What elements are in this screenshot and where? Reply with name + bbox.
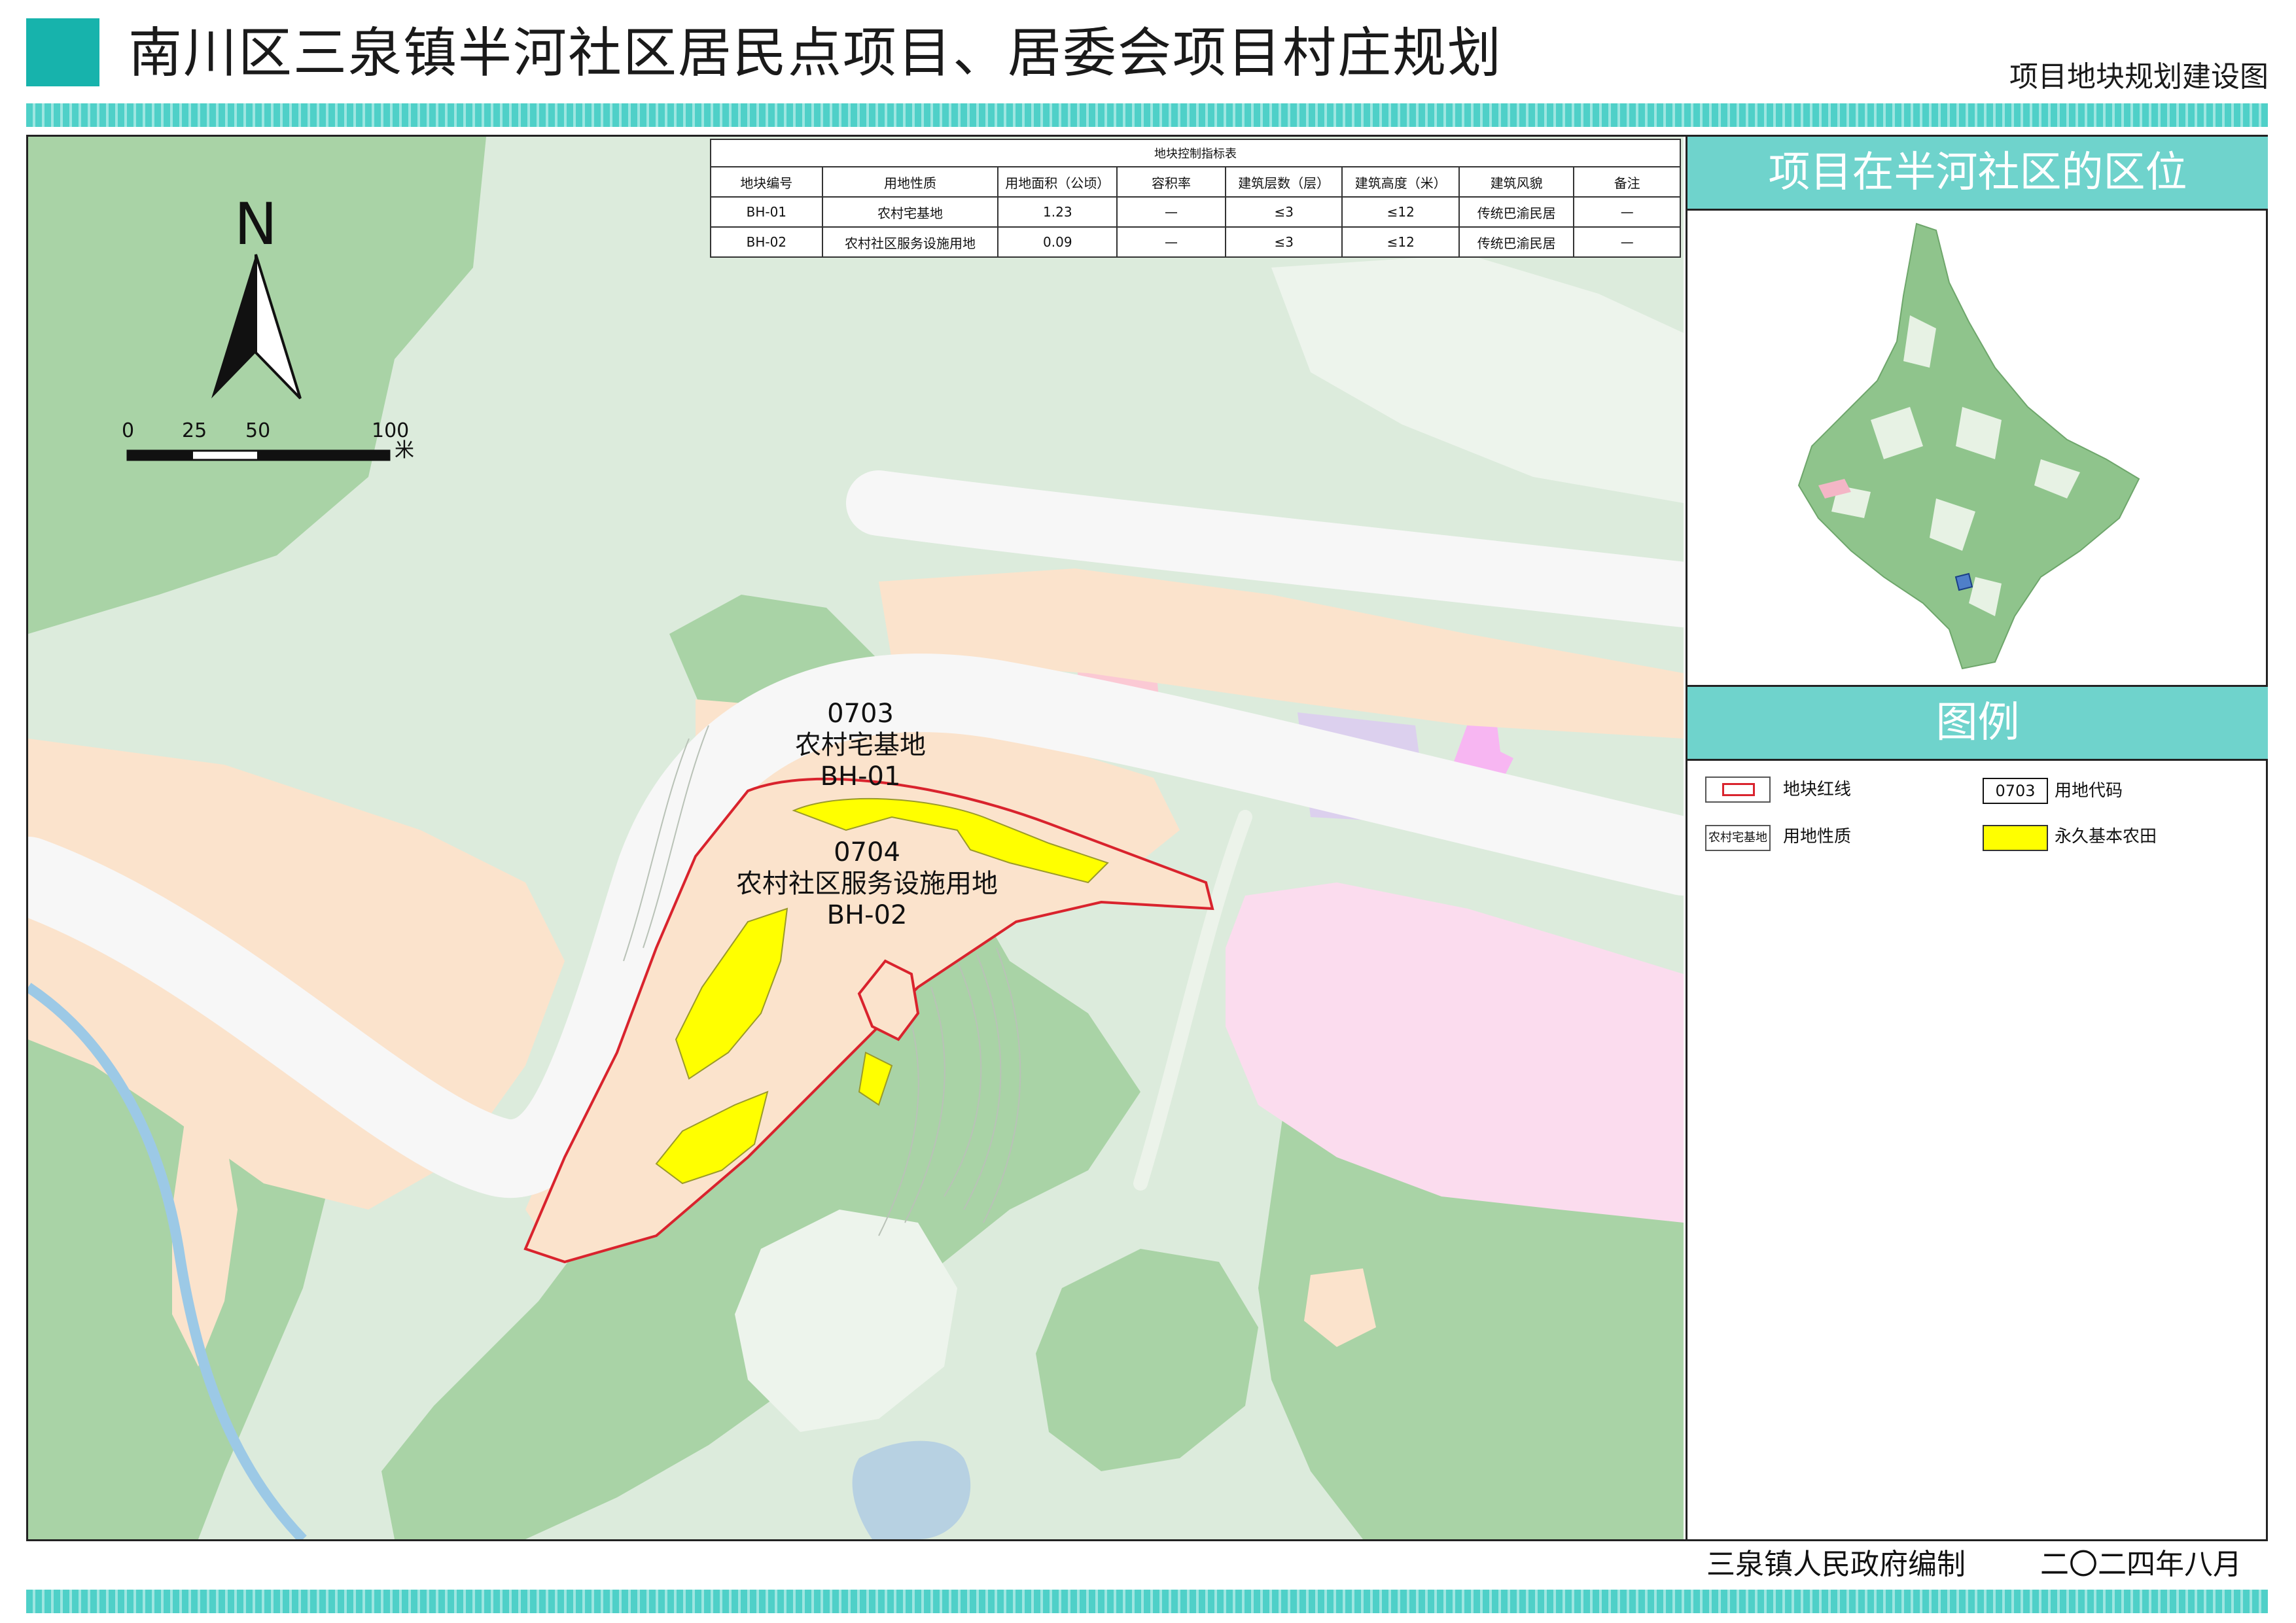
table-cell: — (1573, 226, 1681, 258)
legend-farmland-swatch (1983, 825, 2048, 851)
page-subtitle: 项目地块规划建设图 (2009, 60, 2269, 94)
table-header: 地块编号 (710, 166, 823, 198)
table-cell: 农村宅基地 (821, 196, 999, 228)
table-caption: 地块控制指标表 (710, 139, 1681, 167)
table-header: 建筑层数（层） (1224, 166, 1343, 198)
table-header: 备注 (1573, 166, 1681, 198)
table-header: 建筑高度（米） (1341, 166, 1460, 198)
legend-title: 图例 (1687, 685, 2268, 761)
scale-tick-50: 50 (245, 419, 271, 442)
table-header: 用地面积（公顷） (997, 166, 1118, 198)
main-map[interactable]: N 0 25 50 100 米 0703 农村宅基地 BH-01 0704 农村… (28, 137, 1684, 1539)
table-cell: ≤3 (1224, 226, 1343, 258)
bottom-stripe-band (26, 1590, 2268, 1613)
title-accent-square (26, 18, 99, 86)
table-cell: 1.23 (997, 196, 1118, 228)
plot-label-bh02[interactable]: 0704 农村社区服务设施用地 BH-02 (736, 837, 998, 931)
table-cell: 传统巴渝民居 (1458, 196, 1575, 228)
table-cell: ≤12 (1341, 226, 1460, 258)
table-cell: BH-01 (710, 196, 823, 228)
table-cell: — (1573, 196, 1681, 228)
table-row: BH-01 农村宅基地 1.23 — ≤3 ≤12 传统巴渝民居 — (710, 196, 1681, 228)
scale-bar (126, 449, 391, 461)
legend-use-swatch: 农村宅基地 (1705, 825, 1771, 851)
table-row: BH-02 农村社区服务设施用地 0.09 — ≤3 ≤12 传统巴渝民居 — (710, 226, 1681, 258)
legend-farmland-label: 永久基本农田 (2055, 827, 2157, 846)
table-cell: 传统巴渝民居 (1458, 226, 1575, 258)
table-cell: ≤3 (1224, 196, 1343, 228)
scale-unit: 米 (395, 439, 414, 462)
scale-tick-25: 25 (182, 419, 207, 442)
footer-date: 二〇二四年八月 (2040, 1548, 2242, 1581)
inset-map-canvas (1797, 222, 2140, 670)
location-panel-title: 项目在半河社区的区位 (1687, 137, 2268, 211)
table-cell: 0.09 (997, 226, 1118, 258)
footer-organization: 三泉镇人民政府编制 (1706, 1548, 1966, 1581)
table-header: 用地性质 (821, 166, 999, 198)
plot-use-bh02: 农村社区服务设施用地 (736, 869, 998, 899)
plot-id-bh01: BH-01 (820, 761, 901, 792)
legend-redline-swatch (1722, 783, 1755, 796)
plot-label-bh01[interactable]: 0703 农村宅基地 BH-01 (795, 698, 926, 792)
table-cell: BH-02 (710, 226, 823, 258)
scale-tick-0: 0 (122, 419, 135, 442)
plot-code-bh02: 0704 (834, 837, 900, 867)
table-header: 建筑风貌 (1458, 166, 1575, 198)
table-header-row: 地块编号 用地性质 用地面积（公顷） 容积率 建筑层数（层） 建筑高度（米） 建… (710, 166, 1681, 198)
legend-code-label: 用地代码 (2055, 781, 2123, 801)
legend-use-label: 用地性质 (1783, 827, 1852, 846)
legend-redline-frame (1705, 777, 1771, 803)
sidebar-panel: 项目在半河社区的区位 图例 地块红线 0703 用地代码 农村宅基地 用地性质 … (1686, 137, 2268, 1539)
table-cell: — (1116, 226, 1226, 258)
page-title: 南川区三泉镇半河社区居民点项目、居委会项目村庄规划 (128, 22, 1503, 84)
control-indicator-table: 地块控制指标表 地块编号 用地性质 用地面积（公顷） 容积率 建筑层数（层） 建… (710, 139, 1681, 258)
north-label: N (234, 190, 277, 258)
table-cell: 农村社区服务设施用地 (821, 226, 999, 258)
pond (852, 1440, 971, 1539)
plot-use-bh01: 农村宅基地 (795, 730, 926, 760)
table-header: 容积率 (1116, 166, 1226, 198)
legend-code-swatch: 0703 (1983, 778, 2048, 804)
inset-project-site (1954, 572, 1973, 591)
plot-id-bh02: BH-02 (826, 900, 908, 930)
table-cell: — (1116, 196, 1226, 228)
legend-redline-label: 地块红线 (1783, 780, 1852, 799)
table-cell: ≤12 (1341, 196, 1460, 228)
plot-code-bh01: 0703 (827, 699, 894, 729)
location-inset-map[interactable] (1687, 211, 2268, 683)
top-stripe-band (26, 103, 2268, 127)
